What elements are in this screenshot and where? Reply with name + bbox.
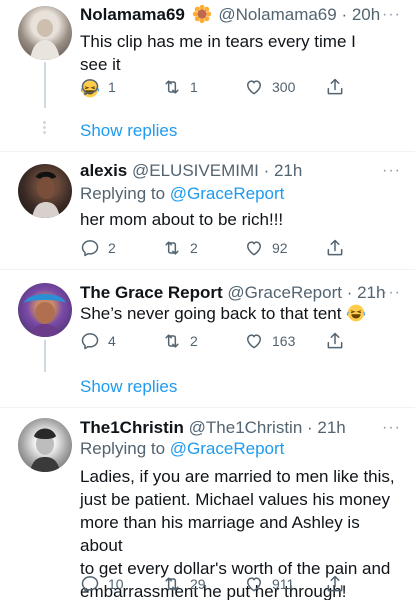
reply-count: 1 [108,79,116,95]
timestamp[interactable]: 20h [352,5,380,24]
laughing-emoji [346,303,366,323]
timestamp[interactable]: 21h [274,161,302,180]
replying-to-prefix: Replying to [80,184,170,203]
action-bar: 10 29 911 [80,573,360,595]
tweet-header: alexis @ELUSIVEMIMI · 21h [80,160,375,182]
reply-button[interactable]: 4 [80,330,116,352]
tweet-text-line: more than his marriage and Ashley is abo… [80,513,360,555]
timestamp[interactable]: 21h [317,418,345,437]
tweet-alexis[interactable]: alexis @ELUSIVEMIMI · 21h ··· Replying t… [0,152,415,268]
more-icon[interactable]: ··· [382,163,401,179]
reply-count: 10 [108,576,124,592]
reply-count: 4 [108,333,116,349]
action-bar: 4 2 163 [80,330,360,352]
share-icon [325,77,345,97]
replying-to-prefix: Replying to [80,439,170,458]
like-icon [244,574,264,594]
retweet-icon [162,238,182,258]
retweet-count: 1 [190,79,198,95]
like-count: 163 [272,333,296,349]
more-icon[interactable]: ··· [382,7,401,23]
replying-to-link[interactable]: @GraceReport [170,439,285,458]
replying-to-link[interactable]: @GraceReport [170,184,285,203]
avatar[interactable] [18,6,72,60]
like-count: 92 [272,240,288,256]
tweet-text: She’s never going back to that tent [80,302,380,325]
thread-line [44,340,46,372]
sunflower-emoji [192,4,211,24]
display-name[interactable]: The1Christin [80,418,184,437]
reply-button[interactable]: 1 [80,76,116,98]
tweet-the1christin[interactable]: The1Christin @The1Christin · 21h ··· Rep… [0,408,415,600]
retweet-count: 2 [190,333,198,349]
share-icon [325,331,345,351]
like-button[interactable]: 163 [244,330,295,352]
retweet-button[interactable]: 1 [162,76,198,98]
reply-icon [80,574,100,594]
tweet-header: The Grace Report @GraceReport · 21h [80,282,385,304]
retweet-count: 2 [190,240,198,256]
retweet-icon [162,77,182,97]
like-icon [244,77,264,97]
more-icon[interactable]: ··· [382,285,401,301]
replying-to: Replying to @GraceReport [80,438,284,460]
separator-dot: · [341,283,358,302]
share-button[interactable] [325,573,353,595]
like-count: 300 [272,79,296,95]
handle[interactable]: @GraceReport [227,283,342,302]
share-button[interactable] [325,237,353,259]
like-button[interactable]: 92 [244,237,288,259]
reply-icon [80,331,100,351]
thread-dots [42,121,48,135]
like-button[interactable]: 300 [244,76,295,98]
tweet-grace-report[interactable]: The Grace Report @GraceReport · 21h ··· … [0,270,415,406]
avatar[interactable] [18,418,72,472]
action-bar: 2 2 92 [80,237,360,259]
thread-line [44,62,46,108]
like-icon [244,238,264,258]
retweet-button[interactable]: 29 [162,573,206,595]
separator-dot: · [336,5,352,24]
tweet-text-line: Ladies, if you are married to men like t… [80,467,395,486]
retweet-button[interactable]: 2 [162,237,198,259]
display-name[interactable]: alexis [80,161,127,180]
tweet-text-content: This clip has me in tears every time I s… [80,32,356,74]
action-bar: 1 1 300 [80,76,360,98]
reply-count: 2 [108,240,116,256]
reply-button[interactable]: 2 [80,237,116,259]
handle[interactable]: @ELUSIVEMIMI [132,161,259,180]
replying-to: Replying to @GraceReport [80,183,284,205]
like-button[interactable]: 911 [244,573,294,595]
show-replies-link[interactable]: Show replies [80,120,177,142]
retweet-icon [162,331,182,351]
share-button[interactable] [325,76,353,98]
tweet-text-line: just be patient. Michael values his mone… [80,490,390,509]
tweet-nolamama69[interactable]: Nolamama69 @Nolamama69 · 20h ··· This cl… [0,0,415,150]
display-name[interactable]: Nolamama69 [80,5,185,24]
reply-icon [80,238,100,258]
tweet-text-content: She’s never going back to that tent [80,304,342,323]
tweet-text: her mom about to be rich!!! [80,210,284,229]
tweet-header: The1Christin @The1Christin · 21h [80,417,375,439]
show-replies-link[interactable]: Show replies [80,376,177,398]
like-icon [244,331,264,351]
avatar[interactable] [18,283,72,337]
handle[interactable]: @The1Christin [189,418,303,437]
reply-icon [80,77,100,97]
share-icon [325,574,345,594]
tweet-header: Nolamama69 @Nolamama69 · 20h [80,4,380,26]
more-icon[interactable]: ··· [382,420,401,436]
separator-dot: · [302,418,318,437]
retweet-count: 29 [190,576,206,592]
share-button[interactable] [325,330,353,352]
retweet-button[interactable]: 2 [162,330,198,352]
like-count: 911 [272,576,295,592]
retweet-icon [162,574,182,594]
display-name[interactable]: The Grace Report [80,283,223,302]
reply-button[interactable]: 10 [80,573,124,595]
separator-dot: · [258,161,274,180]
handle[interactable]: @Nolamama69 [218,5,336,24]
avatar[interactable] [18,164,72,218]
share-icon [325,238,345,258]
